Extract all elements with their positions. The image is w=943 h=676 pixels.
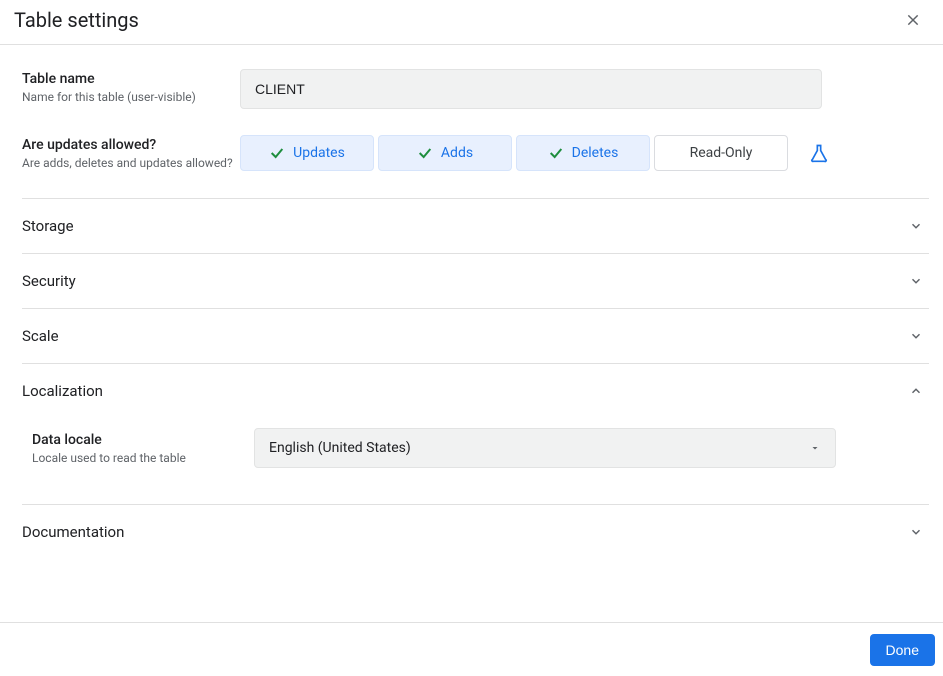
- caret-down-icon: [809, 442, 821, 454]
- flask-icon: [809, 143, 829, 163]
- table-name-label-col: Table name Name for this table (user-vis…: [22, 69, 240, 106]
- table-name-help: Name for this table (user-visible): [22, 89, 240, 106]
- updates-row: Are updates allowed? Are adds, deletes a…: [22, 135, 929, 172]
- toggle-deletes[interactable]: Deletes: [516, 135, 650, 171]
- updates-toggle-group: Updates Adds Deletes Read-Only: [240, 135, 836, 171]
- check-icon: [269, 145, 285, 161]
- chevron-down-icon: [909, 219, 923, 233]
- updates-label: Are updates allowed?: [22, 137, 240, 153]
- dialog-content: Table name Name for this table (user-vis…: [0, 45, 943, 559]
- data-locale-label-col: Data locale Locale used to read the tabl…: [32, 428, 254, 467]
- done-button[interactable]: Done: [870, 634, 935, 666]
- dialog-footer: Done: [0, 622, 943, 676]
- close-button[interactable]: [899, 6, 927, 34]
- toggle-readonly[interactable]: Read-Only: [654, 135, 788, 171]
- table-name-label: Table name: [22, 71, 240, 87]
- toggle-readonly-label: Read-Only: [690, 145, 753, 161]
- toggle-adds-label: Adds: [441, 145, 473, 161]
- toggle-updates-label: Updates: [293, 145, 345, 161]
- section-security[interactable]: Security: [22, 253, 929, 308]
- data-locale-select[interactable]: English (United States): [254, 428, 836, 468]
- dialog-header: Table settings: [0, 0, 943, 45]
- section-scale[interactable]: Scale: [22, 308, 929, 363]
- chevron-down-icon: [909, 525, 923, 539]
- chevron-down-icon: [909, 329, 923, 343]
- check-icon: [548, 145, 564, 161]
- section-localization[interactable]: Localization: [22, 363, 929, 418]
- section-scale-title: Scale: [22, 327, 59, 345]
- localization-panel: Data locale Locale used to read the tabl…: [22, 418, 929, 504]
- chevron-down-icon: [909, 274, 923, 288]
- updates-help: Are adds, deletes and updates allowed?: [22, 155, 240, 172]
- data-locale-row: Data locale Locale used to read the tabl…: [32, 428, 929, 468]
- section-storage[interactable]: Storage: [22, 198, 929, 253]
- toggle-adds[interactable]: Adds: [378, 135, 512, 171]
- section-storage-title: Storage: [22, 217, 74, 235]
- chevron-up-icon: [909, 384, 923, 398]
- section-documentation[interactable]: Documentation: [22, 504, 929, 559]
- dialog-title: Table settings: [14, 8, 139, 32]
- flask-button[interactable]: [802, 135, 836, 171]
- data-locale-help: Locale used to read the table: [32, 450, 254, 467]
- section-documentation-title: Documentation: [22, 523, 124, 541]
- toggle-deletes-label: Deletes: [572, 145, 619, 161]
- close-icon: [905, 12, 921, 28]
- data-locale-value: English (United States): [269, 440, 411, 456]
- toggle-updates[interactable]: Updates: [240, 135, 374, 171]
- data-locale-label: Data locale: [32, 432, 254, 448]
- table-name-input[interactable]: [240, 69, 822, 109]
- check-icon: [417, 145, 433, 161]
- section-security-title: Security: [22, 272, 76, 290]
- section-localization-title: Localization: [22, 382, 103, 400]
- updates-label-col: Are updates allowed? Are adds, deletes a…: [22, 135, 240, 172]
- table-name-row: Table name Name for this table (user-vis…: [22, 69, 929, 109]
